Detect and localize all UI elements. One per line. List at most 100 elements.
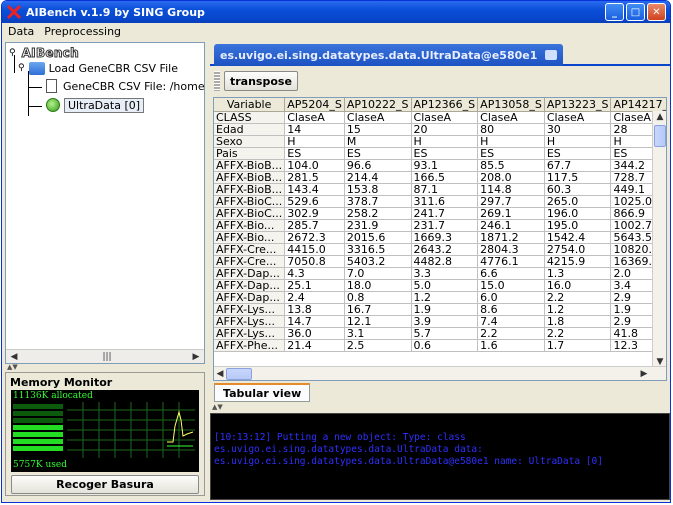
- table-cell[interactable]: 2.4: [284, 291, 345, 304]
- table-cell[interactable]: 0.6: [411, 339, 479, 352]
- row-label-cell[interactable]: AFFX-Bio...: [214, 231, 286, 244]
- table-cell[interactable]: 297.7: [477, 195, 545, 208]
- table-cell[interactable]: 2.2: [544, 327, 612, 340]
- scroll-left-icon[interactable]: ◀: [8, 351, 20, 363]
- table-cell[interactable]: 1.2: [411, 291, 479, 304]
- table-cell[interactable]: 208.0: [477, 171, 545, 184]
- table-cell[interactable]: ClaseA: [477, 111, 545, 124]
- table-row[interactable]: AFFX-Dap... 4.3 7.0 3.3 6.6 1.3 2.0: [214, 267, 666, 280]
- transpose-button[interactable]: transpose: [224, 71, 298, 91]
- column-header[interactable]: AP13223_S: [544, 98, 612, 112]
- table-row[interactable]: AFFX-BioB... 104.0 96.6 93.1 85.5 67.7 344.2: [214, 159, 666, 172]
- table-cell[interactable]: ES: [411, 147, 479, 160]
- table-cell[interactable]: 16.7: [344, 303, 412, 316]
- row-label-cell[interactable]: AFFX-Dap...: [214, 267, 286, 280]
- table-cell[interactable]: 3.3: [411, 267, 479, 280]
- column-header[interactable]: AP5204_S: [284, 98, 345, 112]
- table-cell[interactable]: 2015.6: [344, 231, 412, 244]
- table-cell[interactable]: 16.0: [544, 279, 612, 292]
- expand-icon[interactable]: ⚲: [18, 63, 25, 73]
- table-cell[interactable]: 285.7: [284, 219, 345, 232]
- column-header-variable[interactable]: Variable: [214, 98, 286, 112]
- toolbar-grip-icon[interactable]: [214, 71, 220, 91]
- table-horizontal-scrollbar[interactable]: ◀ ▶: [214, 366, 666, 380]
- tree-item-csv-file[interactable]: GeneCBR CSV File: /home: [46, 78, 205, 94]
- row-label-cell[interactable]: CLASS: [214, 111, 286, 124]
- table-row[interactable]: AFFX-Dap... 25.1 18.0 5.0 15.0 16.0 3.4: [214, 279, 666, 292]
- table-cell[interactable]: 2.2: [477, 327, 545, 340]
- table-cell[interactable]: 269.1: [477, 207, 545, 220]
- table-cell[interactable]: 8.6: [477, 303, 545, 316]
- column-header[interactable]: AP14217_S: [610, 98, 666, 112]
- table-cell[interactable]: 6.6: [477, 267, 545, 280]
- row-label-cell[interactable]: AFFX-Lys...: [214, 315, 286, 328]
- table-row[interactable]: AFFX-Bio... 2672.3 2015.6 1669.3 1871.2 1542.…: [214, 231, 666, 244]
- table-row[interactable]: AFFX-BioB... 281.5 214.4 166.5 208.0 117.5 728…: [214, 171, 666, 184]
- minimize-button[interactable]: _: [605, 3, 624, 21]
- table-cell[interactable]: 246.1: [477, 219, 545, 232]
- row-label-cell[interactable]: AFFX-BioC...: [214, 207, 286, 220]
- table-cell[interactable]: 4482.8: [411, 255, 479, 268]
- table-cell[interactable]: 114.8: [477, 183, 545, 196]
- table-cell[interactable]: ES: [284, 147, 345, 160]
- table-cell[interactable]: 60.3: [544, 183, 612, 196]
- row-label-cell[interactable]: AFFX-BioB...: [214, 159, 286, 172]
- table-row[interactable]: AFFX-Lys... 13.8 16.7 1.9 8.6 1.2 1.9: [214, 303, 666, 316]
- table-cell[interactable]: 5.7: [411, 327, 479, 340]
- table-cell[interactable]: 231.7: [411, 219, 479, 232]
- table-cell[interactable]: 258.2: [344, 207, 412, 220]
- table-cell[interactable]: 231.9: [344, 219, 412, 232]
- table-cell[interactable]: 7050.8: [284, 255, 345, 268]
- table-cell[interactable]: 311.6: [411, 195, 479, 208]
- table-cell[interactable]: 214.4: [344, 171, 412, 184]
- tree-horizontal-scrollbar[interactable]: ◀ ||| ▶: [6, 349, 204, 363]
- table-cell[interactable]: H: [544, 135, 612, 148]
- table-cell[interactable]: 1.8: [544, 315, 612, 328]
- column-header[interactable]: AP13058_S: [477, 98, 545, 112]
- table-cell[interactable]: 36.0: [284, 327, 345, 340]
- table-cell[interactable]: 5403.2: [344, 255, 412, 268]
- row-label-cell[interactable]: AFFX-Dap...: [214, 279, 286, 292]
- table-cell[interactable]: 378.7: [344, 195, 412, 208]
- table-cell[interactable]: 85.5: [477, 159, 545, 172]
- scroll-right-icon[interactable]: ▶: [638, 368, 650, 380]
- table-row[interactable]: AFFX-Cre... 7050.8 5403.2 4482.8 4776.1 4215.…: [214, 255, 666, 268]
- table-cell[interactable]: 1871.2: [477, 231, 545, 244]
- table-cell[interactable]: 3316.5: [344, 243, 412, 256]
- table-cell[interactable]: 2643.2: [411, 243, 479, 256]
- table-cell[interactable]: 3.9: [411, 315, 479, 328]
- table-cell[interactable]: 241.7: [411, 207, 479, 220]
- right-splitter[interactable]: ▲▼: [210, 404, 670, 412]
- table-cell[interactable]: 195.0: [544, 219, 612, 232]
- table-cell[interactable]: 4776.1: [477, 255, 545, 268]
- table-cell[interactable]: ClaseA: [544, 111, 612, 124]
- table-cell[interactable]: 1669.3: [411, 231, 479, 244]
- table-row[interactable]: CLASS ClaseA ClaseA ClaseA ClaseA ClaseA Clase…: [214, 111, 666, 124]
- close-button[interactable]: ✕: [647, 3, 666, 21]
- table-row[interactable]: Pais ES ES ES ES ES ES: [214, 147, 666, 160]
- table-cell[interactable]: 96.6: [344, 159, 412, 172]
- vertical-scroll-thumb[interactable]: [654, 125, 666, 147]
- table-cell[interactable]: 15: [344, 123, 412, 136]
- table-cell[interactable]: ClaseA: [411, 111, 479, 124]
- table-cell[interactable]: 117.5: [544, 171, 612, 184]
- table-cell[interactable]: 14: [284, 123, 345, 136]
- table-cell[interactable]: M: [344, 135, 412, 148]
- table-cell[interactable]: ES: [544, 147, 612, 160]
- table-cell[interactable]: ClaseA: [344, 111, 412, 124]
- row-label-cell[interactable]: AFFX-BioB...: [214, 171, 286, 184]
- table-cell[interactable]: 20: [411, 123, 479, 136]
- maximize-button[interactable]: □: [626, 3, 645, 21]
- table-cell[interactable]: 153.8: [344, 183, 412, 196]
- table-cell[interactable]: 529.6: [284, 195, 345, 208]
- scroll-right-icon[interactable]: ▶: [190, 351, 202, 363]
- table-row[interactable]: AFFX-Cre... 4415.0 3316.5 2643.2 2804.3 2754.…: [214, 243, 666, 256]
- table-cell[interactable]: 25.1: [284, 279, 345, 292]
- table-cell[interactable]: 4215.9: [544, 255, 612, 268]
- table-cell[interactable]: 3.1: [344, 327, 412, 340]
- table-cell[interactable]: 1.9: [411, 303, 479, 316]
- tree-item-load-genecbr[interactable]: ⚲ Load GeneCBR CSV File: [18, 60, 178, 76]
- menu-preprocessing[interactable]: Preprocessing: [44, 25, 121, 38]
- table-row[interactable]: AFFX-BioC... 302.9 258.2 241.7 269.1 196.0 866…: [214, 207, 666, 220]
- table-cell[interactable]: 1.6: [477, 339, 545, 352]
